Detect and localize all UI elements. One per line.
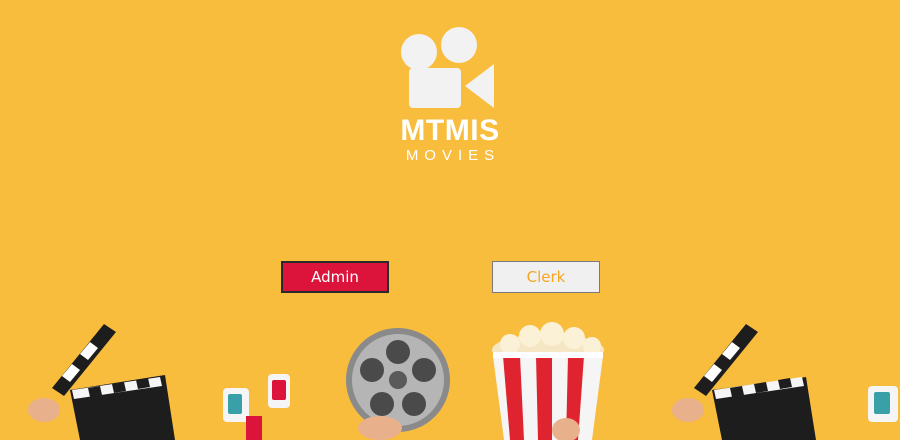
clapperboard-icon (672, 324, 816, 440)
login-screen: MTMIS MOVIES Admin Clerk (0, 0, 900, 440)
brand-subtitle: MOVIES (405, 147, 501, 164)
admin-button[interactable]: Admin (281, 261, 389, 293)
3d-glasses-icon (223, 374, 290, 440)
brand-title: MTMIS (400, 114, 500, 147)
clapperboard-icon (28, 324, 175, 440)
cinema-props-illustration (28, 322, 898, 440)
popcorn-bucket-icon (492, 322, 604, 440)
3d-glasses-icon (868, 386, 898, 422)
brand: MTMIS MOVIES (380, 116, 520, 166)
clerk-button[interactable]: Clerk (492, 261, 600, 293)
film-reel-icon (346, 328, 450, 440)
